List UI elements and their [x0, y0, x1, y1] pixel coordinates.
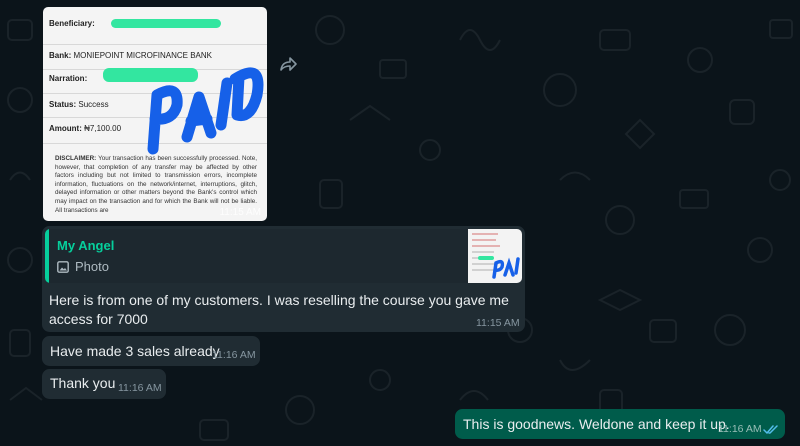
divider	[43, 44, 267, 45]
status-row: Status: Success	[49, 100, 109, 109]
quoted-message[interactable]: My Angel Photo	[45, 229, 522, 283]
redaction-mark	[111, 19, 221, 28]
narration-row: Narration:	[49, 74, 88, 83]
photo-icon	[57, 260, 69, 273]
message-time: 11:15 AM	[219, 207, 261, 218]
message-time: 11:16 AM	[118, 382, 162, 394]
quote-type-label: Photo	[75, 259, 109, 274]
quote-thumbnail	[468, 229, 522, 283]
outgoing-message-text: This is goodnews. Weldone and keep it up…	[463, 416, 730, 432]
paid-stamp-handwriting	[147, 67, 264, 155]
quote-author: My Angel	[57, 238, 115, 253]
message-time: 11:15 AM	[476, 317, 520, 329]
message-text: Have made 3 sales already	[50, 343, 220, 359]
double-check-icon	[763, 425, 778, 434]
message-text: Here is from one of my customers. I was …	[49, 292, 509, 327]
beneficiary-row: Beneficiary:	[49, 19, 95, 28]
quote-type: Photo	[57, 259, 109, 274]
quote-accent-bar	[45, 229, 49, 283]
forward-icon[interactable]	[278, 56, 298, 74]
message-time: 11:16 AM	[212, 349, 256, 361]
amount-row: Amount: ₦7,100.00	[49, 124, 122, 133]
message-text: Thank you	[50, 375, 116, 391]
message-time: 11:16 AM	[718, 423, 762, 435]
receipt-image-message[interactable]: Beneficiary: Bank: MONIEPOINT MICROFINAN…	[43, 7, 267, 221]
